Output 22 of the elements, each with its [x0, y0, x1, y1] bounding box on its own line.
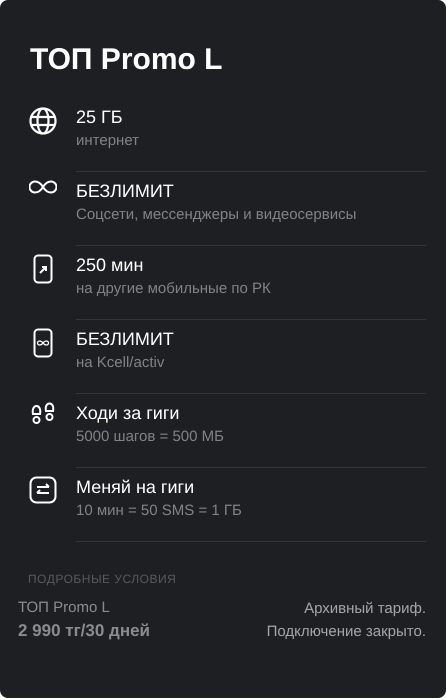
feature-title: 25 ГБ — [76, 106, 123, 128]
feature-description: 10 мин = 50 SMS = 1 ГБ — [76, 501, 242, 521]
tariff-status: Архивный тариф. — [304, 599, 426, 619]
feature-description: Соцсети, мессенджеры и видеосервисы — [76, 205, 356, 225]
tariff-price: 2 990 тг/30 дней — [18, 620, 150, 642]
feature-title: БЕЗЛИМИТ — [76, 180, 174, 202]
details-link[interactable]: ПОДРОБНЫЕ УСЛОВИЯ — [28, 572, 176, 586]
exchange-icon — [29, 476, 57, 504]
infinity-icon — [29, 180, 57, 194]
feature-title: Ходи за гиги — [76, 402, 180, 424]
tariff-status: Подключение закрыто. — [266, 622, 426, 642]
feature-description: на другие мобильные по РК — [76, 279, 271, 299]
feature-title: 250 мин — [76, 254, 144, 276]
feature-description: 5000 шагов = 500 МБ — [76, 427, 224, 447]
feature-title: Меняй на гиги — [76, 476, 194, 498]
phone-infinity-icon — [33, 328, 53, 358]
tariff-name: ТОП Promo L — [18, 598, 111, 618]
feature-description: интернет — [76, 131, 140, 151]
feature-title: БЕЗЛИМИТ — [76, 328, 174, 350]
feature-description: на Kcell/activ — [76, 353, 164, 373]
globe-icon — [28, 106, 58, 136]
tariff-title: ТОП Promo L — [30, 42, 224, 78]
